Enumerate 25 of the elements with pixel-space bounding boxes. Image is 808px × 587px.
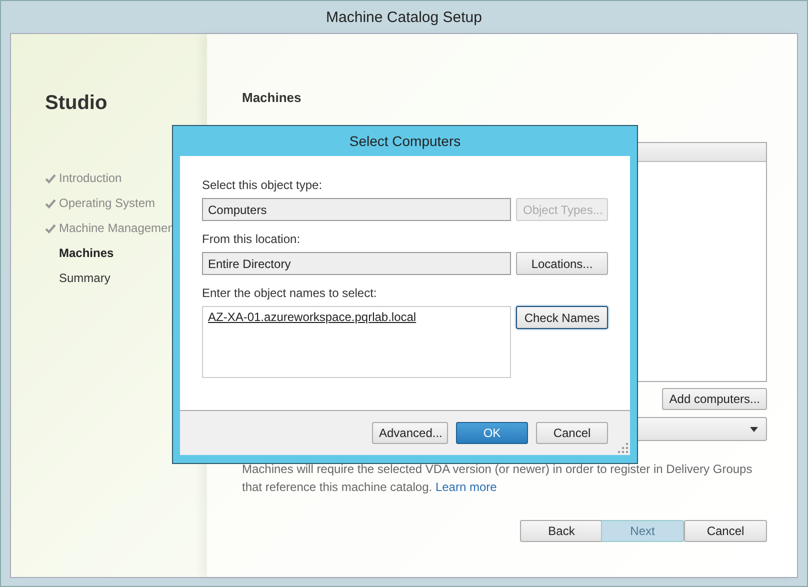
field-label: Enter the object names to select: xyxy=(202,286,377,300)
text-field[interactable]: Entire Directory xyxy=(202,252,511,275)
dialog-title: Select Computers xyxy=(349,133,461,149)
step-label[interactable]: Machines xyxy=(59,246,114,260)
dialog-button[interactable]: OK xyxy=(456,422,528,444)
resize-grip-icon xyxy=(618,443,628,453)
window-title: Machine Catalog Setup xyxy=(326,8,482,26)
add-computers-button[interactable]: Add computers... xyxy=(662,388,767,410)
dialog-button[interactable]: Locations... xyxy=(516,252,608,275)
name-entry: AZ-XA-01.azureworkspace.pqrlab.local xyxy=(208,310,416,324)
info-text: Machines will require the selected VDA version (or newer) in order to register in Delivery Groups that reference this machine catalog. Learn more xyxy=(242,461,754,496)
learn-more-link[interactable]: Learn more xyxy=(435,480,497,494)
dialog-button[interactable]: Advanced... xyxy=(372,422,448,444)
nav-button[interactable]: Cancel xyxy=(684,520,767,542)
field-label: Select this object type: xyxy=(202,178,322,192)
sidebar-title: Studio xyxy=(45,92,108,115)
step-label[interactable]: Summary xyxy=(59,271,110,285)
section-heading: Machines xyxy=(242,90,302,105)
field-label: From this location: xyxy=(202,232,300,246)
nav-button[interactable]: Back xyxy=(520,520,603,542)
check-names-button[interactable]: Check Names xyxy=(516,306,608,329)
names-field[interactable]: AZ-XA-01.azureworkspace.pqrlab.local xyxy=(202,306,511,378)
caret-icon xyxy=(750,426,758,432)
dialog-button[interactable]: Cancel xyxy=(536,422,608,444)
text-field[interactable]: Computers xyxy=(202,198,511,221)
